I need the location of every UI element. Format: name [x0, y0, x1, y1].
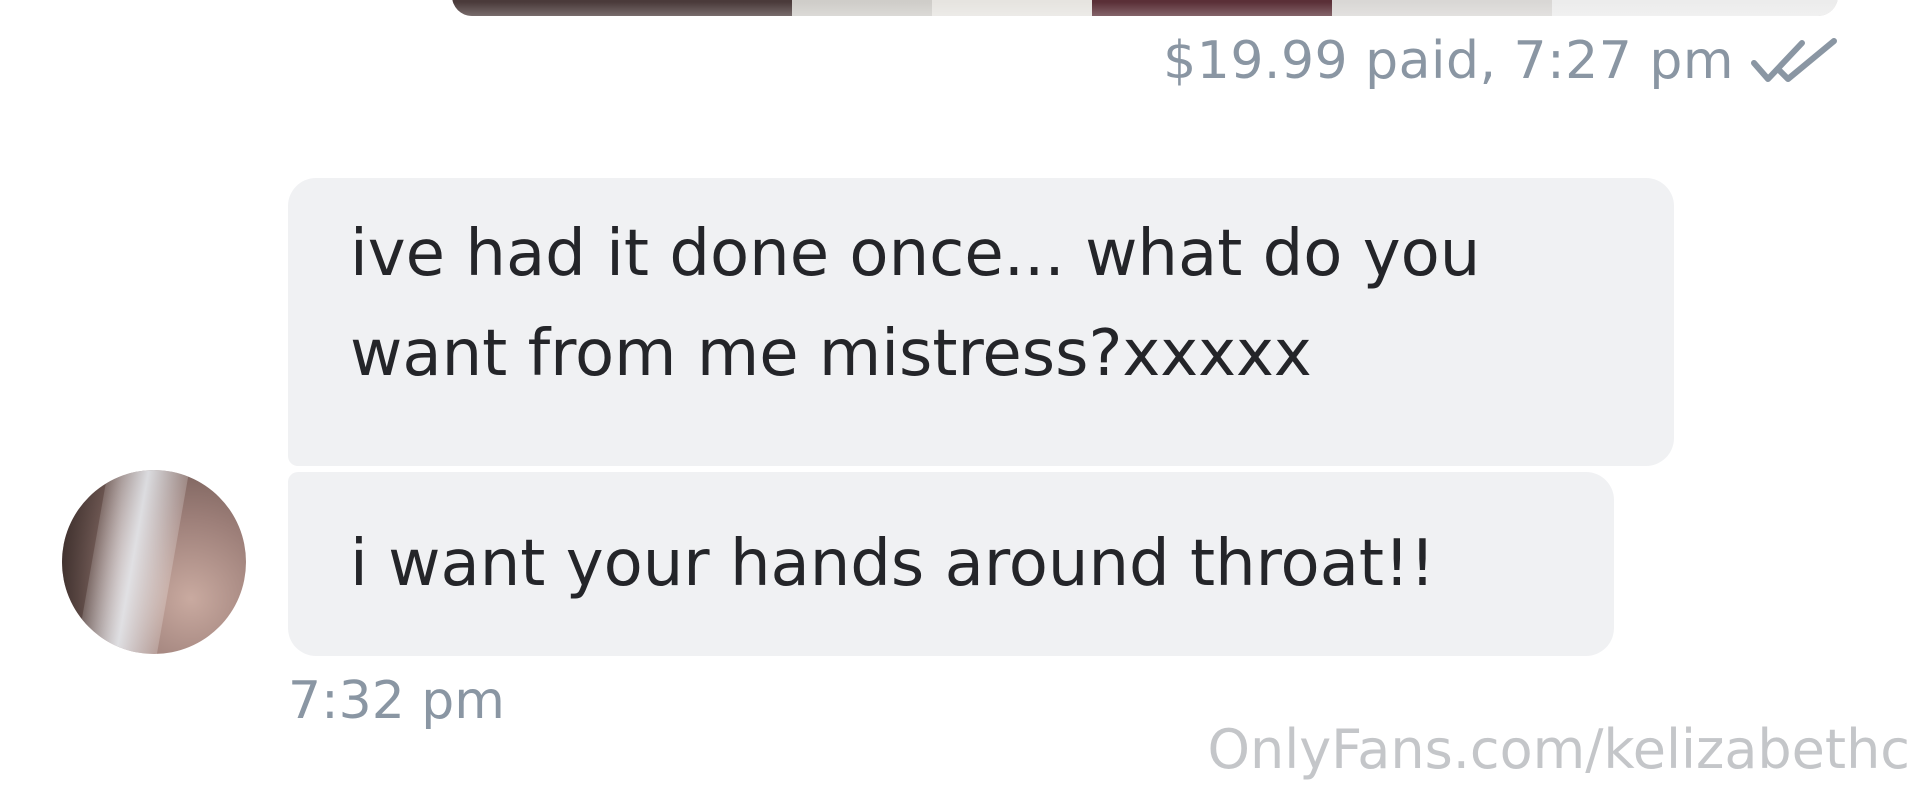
sent-message-meta: $19.99 paid, 7:27 pm — [1163, 30, 1840, 92]
message-text-line: want from me mistress?xxxxx — [350, 317, 1312, 391]
user-avatar[interactable] — [62, 470, 246, 654]
message-bubble[interactable]: ive had it done once... what do you want… — [288, 178, 1674, 466]
message-text-line: ive had it done once... what do you — [350, 217, 1481, 291]
media-glare — [452, 2, 1838, 16]
sent-message-price-time: $19.99 paid, 7:27 pm — [1163, 31, 1734, 91]
received-message-time: 7:32 pm — [288, 671, 505, 731]
chat-screen: $19.99 paid, 7:27 pm ive had it done onc… — [0, 0, 1920, 795]
paid-media-preview[interactable] — [452, 0, 1838, 16]
message-text-line: i want your hands around throat!! — [350, 527, 1436, 601]
watermark: OnlyFans.com/kelizabethc — [1207, 718, 1910, 781]
double-check-icon — [1750, 35, 1840, 87]
message-bubble[interactable]: i want your hands around throat!! — [288, 472, 1614, 656]
